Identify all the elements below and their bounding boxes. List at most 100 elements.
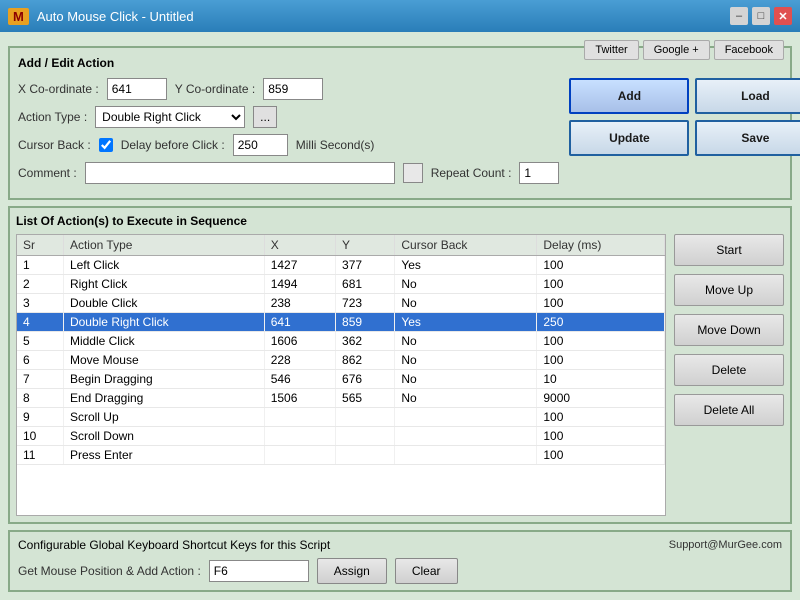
- table-cell: [395, 408, 537, 427]
- table-cell: 676: [336, 370, 395, 389]
- load-button[interactable]: Load: [695, 78, 800, 114]
- table-cell: No: [395, 351, 537, 370]
- action-type-select[interactable]: Double Right Click Left Click Right Clic…: [95, 106, 245, 128]
- table-cell: No: [395, 294, 537, 313]
- table-cell: 100: [537, 275, 665, 294]
- col-cursor-back: Cursor Back: [395, 235, 537, 256]
- actions-table: Sr Action Type X Y Cursor Back Delay (ms…: [17, 235, 665, 465]
- update-save-row: Update Save: [569, 120, 800, 156]
- x-coord-label: X Co-ordinate :: [18, 82, 99, 96]
- table-cell: 9: [17, 408, 63, 427]
- save-button[interactable]: Save: [695, 120, 800, 156]
- google-plus-button[interactable]: Google +: [643, 40, 710, 60]
- list-section: List Of Action(s) to Execute in Sequence…: [8, 206, 792, 524]
- bottom-section: Configurable Global Keyboard Shortcut Ke…: [8, 530, 792, 592]
- table-row[interactable]: 7Begin Dragging546676No10: [17, 370, 665, 389]
- table-cell: 377: [336, 256, 395, 275]
- assign-button[interactable]: Assign: [317, 558, 387, 584]
- support-text: Support@MurGee.com: [669, 539, 782, 551]
- move-up-button[interactable]: Move Up: [674, 274, 784, 306]
- table-row[interactable]: 11Press Enter100: [17, 446, 665, 465]
- delay-label: Delay before Click :: [121, 138, 225, 152]
- delay-unit: Milli Second(s): [296, 138, 375, 152]
- table-cell: 250: [537, 313, 665, 332]
- table-cell: 10: [17, 427, 63, 446]
- action-type-label: Action Type :: [18, 110, 87, 124]
- table-cell: Move Mouse: [63, 351, 264, 370]
- table-cell: 100: [537, 294, 665, 313]
- table-row[interactable]: 8End Dragging1506565No9000: [17, 389, 665, 408]
- table-cell: 4: [17, 313, 63, 332]
- table-cell: 859: [336, 313, 395, 332]
- table-row[interactable]: 1Left Click1427377Yes100: [17, 256, 665, 275]
- minimize-button[interactable]: –: [730, 7, 748, 25]
- title-bar-left: M Auto Mouse Click - Untitled: [8, 8, 194, 25]
- table-row[interactable]: 5Middle Click1606362No100: [17, 332, 665, 351]
- table-cell: Yes: [395, 313, 537, 332]
- table-cell: 11: [17, 446, 63, 465]
- table-cell: 1494: [264, 275, 335, 294]
- table-cell: 6: [17, 351, 63, 370]
- twitter-button[interactable]: Twitter: [584, 40, 638, 60]
- cursor-delay-row: Cursor Back : Delay before Click : Milli…: [18, 134, 559, 156]
- table-row[interactable]: 2Right Click1494681No100: [17, 275, 665, 294]
- table-cell: 1506: [264, 389, 335, 408]
- table-cell: 546: [264, 370, 335, 389]
- table-row[interactable]: 3Double Click238723No100: [17, 294, 665, 313]
- table-cell: Middle Click: [63, 332, 264, 351]
- start-button[interactable]: Start: [674, 234, 784, 266]
- hotkey-input[interactable]: [209, 560, 309, 582]
- table-row[interactable]: 10Scroll Down 100: [17, 427, 665, 446]
- x-coord-input[interactable]: [107, 78, 167, 100]
- table-cell: End Dragging: [63, 389, 264, 408]
- table-cell: 1606: [264, 332, 335, 351]
- table-cell: [264, 408, 335, 427]
- col-sr: Sr: [17, 235, 63, 256]
- comment-label: Comment :: [18, 166, 77, 180]
- repeat-count-input[interactable]: [519, 162, 559, 184]
- table-row[interactable]: 6Move Mouse228862No100: [17, 351, 665, 370]
- table-cell: 7: [17, 370, 63, 389]
- action-buttons: Add Load Update Save: [569, 78, 800, 156]
- dots-button[interactable]: ...: [253, 106, 277, 128]
- table-cell: No: [395, 275, 537, 294]
- facebook-button[interactable]: Facebook: [714, 40, 784, 60]
- table-cell: Double Right Click: [63, 313, 264, 332]
- delay-input[interactable]: [233, 134, 288, 156]
- app-title: Auto Mouse Click - Untitled: [37, 9, 194, 24]
- clear-button[interactable]: Clear: [395, 558, 458, 584]
- table-row[interactable]: 4Double Right Click641859Yes250: [17, 313, 665, 332]
- table-cell: [336, 408, 395, 427]
- table-cell: Yes: [395, 256, 537, 275]
- table-container[interactable]: Sr Action Type X Y Cursor Back Delay (ms…: [16, 234, 666, 516]
- coords-row: X Co-ordinate : Y Co-ordinate :: [18, 78, 559, 100]
- table-cell: 362: [336, 332, 395, 351]
- comment-checkbox: [403, 163, 423, 183]
- comment-input[interactable]: [85, 162, 395, 184]
- update-button[interactable]: Update: [569, 120, 689, 156]
- maximize-button[interactable]: □: [752, 7, 770, 25]
- table-cell: 228: [264, 351, 335, 370]
- table-cell: Scroll Down: [63, 427, 264, 446]
- list-title: List Of Action(s) to Execute in Sequence: [16, 214, 784, 228]
- table-cell: 1427: [264, 256, 335, 275]
- close-button[interactable]: ✕: [774, 7, 792, 25]
- delete-all-button[interactable]: Delete All: [674, 394, 784, 426]
- delete-button[interactable]: Delete: [674, 354, 784, 386]
- side-buttons: Start Move Up Move Down Delete Delete Al…: [674, 234, 784, 516]
- y-coord-input[interactable]: [263, 78, 323, 100]
- bottom-form-row: Get Mouse Position & Add Action : Assign…: [18, 558, 782, 584]
- table-cell: 3: [17, 294, 63, 313]
- bottom-info-row: Configurable Global Keyboard Shortcut Ke…: [18, 538, 782, 552]
- move-down-button[interactable]: Move Down: [674, 314, 784, 346]
- cursor-back-checkbox[interactable]: [99, 138, 113, 152]
- add-button[interactable]: Add: [569, 78, 689, 114]
- table-cell: 238: [264, 294, 335, 313]
- table-row[interactable]: 9Scroll Up100: [17, 408, 665, 427]
- list-area: Sr Action Type X Y Cursor Back Delay (ms…: [16, 234, 784, 516]
- table-cell: [336, 427, 395, 446]
- social-buttons: Twitter Google + Facebook: [584, 40, 784, 60]
- table-cell: 681: [336, 275, 395, 294]
- repeat-count-label: Repeat Count :: [431, 166, 512, 180]
- table-cell: 100: [537, 427, 665, 446]
